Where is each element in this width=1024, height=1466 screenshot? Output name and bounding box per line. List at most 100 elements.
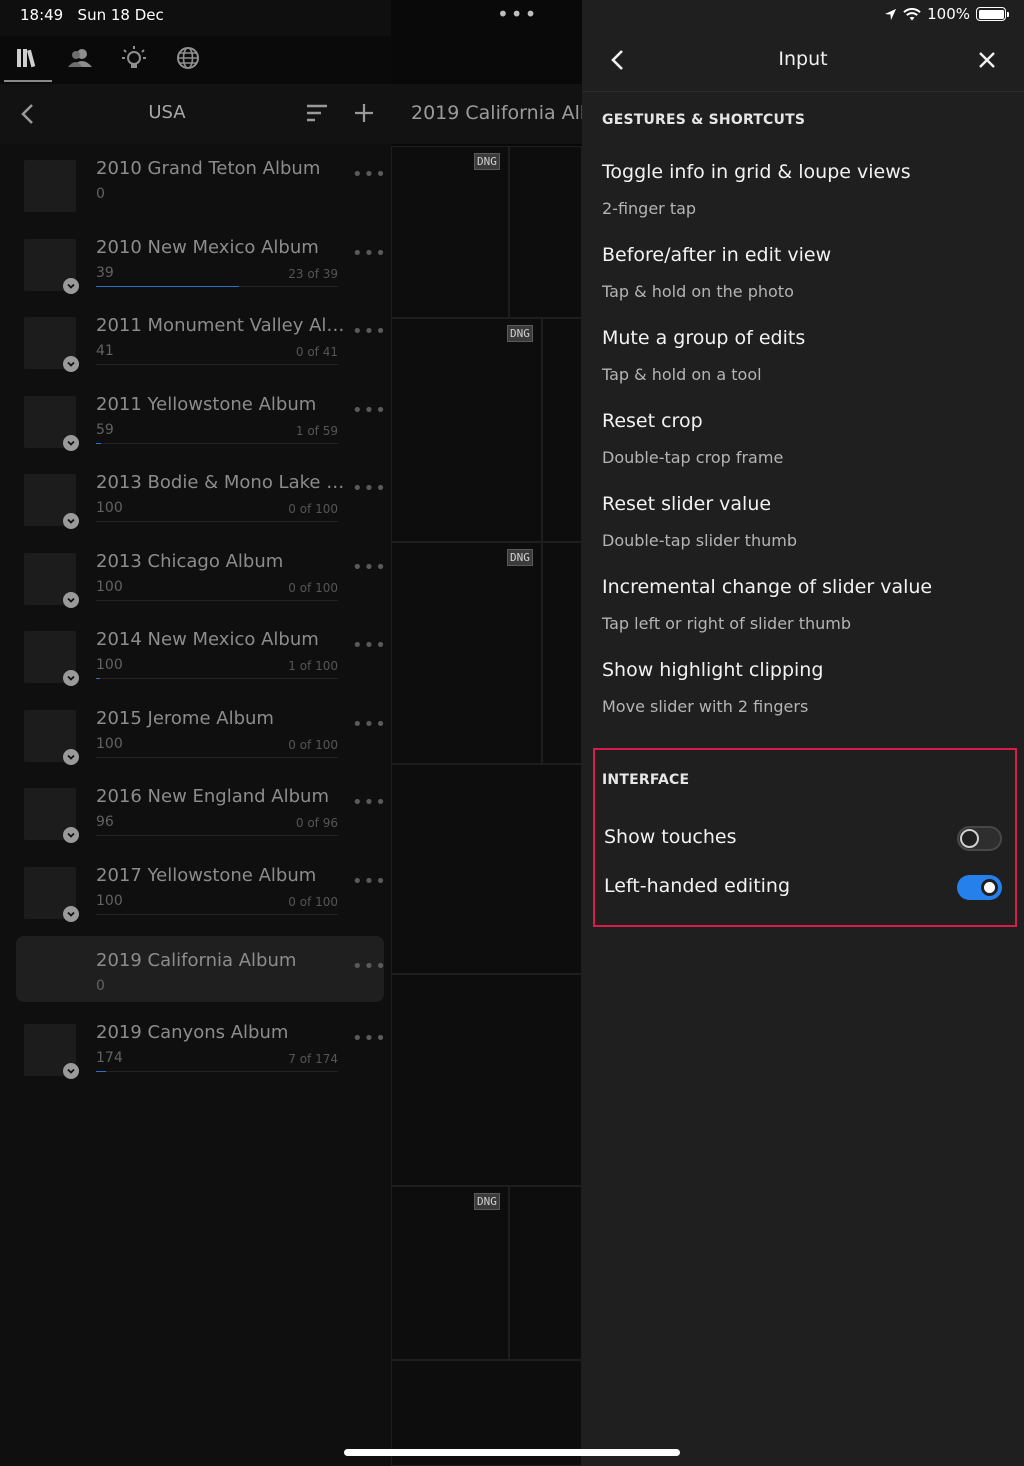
dng-badge: DNG (474, 153, 500, 170)
album-row[interactable]: 2019 Canyons Album 174 7 of 174 ••• (16, 1020, 387, 1086)
photo-tile[interactable]: DNG (391, 542, 542, 764)
wifi-icon (903, 7, 921, 20)
offline-badge-icon (63, 278, 79, 294)
gesture-description: Double-tap slider thumb (602, 531, 797, 550)
album-more-icon[interactable]: ••• (352, 478, 387, 499)
album-count: 100 (96, 579, 123, 595)
add-icon[interactable] (353, 102, 375, 124)
gesture-title: Before/after in edit view (602, 244, 832, 266)
album-row[interactable]: 2017 Yellowstone Album 100 0 of 100 ••• (16, 863, 387, 929)
home-indicator[interactable] (344, 1449, 680, 1456)
album-more-icon[interactable]: ••• (352, 400, 387, 421)
people-icon (68, 49, 92, 67)
album-row[interactable]: 2010 Grand Teton Album 0 ••• (16, 156, 387, 222)
gesture-description: Move slider with 2 fingers (602, 697, 809, 716)
album-row[interactable]: 2010 New Mexico Album 39 23 of 39 ••• (16, 235, 387, 301)
gesture-title: Mute a group of edits (602, 327, 806, 349)
close-icon[interactable] (977, 50, 997, 70)
album-more-icon[interactable]: ••• (352, 243, 387, 264)
album-name: 2011 Yellowstone Album (96, 394, 317, 415)
album-count: 0 (96, 978, 105, 994)
gesture-title: Reset crop (602, 410, 703, 432)
album-count: 59 (96, 422, 114, 438)
album-more-icon[interactable]: ••• (352, 871, 387, 892)
sync-progress-fill (96, 678, 100, 679)
library-title: USA (148, 102, 186, 123)
dng-badge: DNG (507, 325, 533, 342)
gesture-title: Incremental change of slider value (602, 576, 933, 598)
album-sync-status: 0 of 100 (288, 895, 338, 909)
album-count: 96 (96, 814, 114, 830)
offline-badge-icon (63, 356, 79, 372)
offline-badge-icon (63, 1063, 79, 1079)
album-more-icon[interactable]: ••• (352, 956, 387, 977)
sync-progress-track (96, 914, 338, 915)
battery-icon (976, 7, 1009, 21)
photo-tile[interactable] (509, 1186, 582, 1360)
left-handed-editing-toggle[interactable] (957, 875, 1002, 900)
photo-tile[interactable] (542, 318, 582, 542)
album-sync-status: 1 of 100 (288, 659, 338, 673)
sync-progress-track (96, 1071, 338, 1072)
dng-badge: DNG (474, 1193, 500, 1210)
album-row[interactable]: 2016 New England Album 96 0 of 96 ••• (16, 784, 387, 850)
gestures-section-header: GESTURES & SHORTCUTS (602, 112, 806, 128)
photo-grid: 2019 California Album DNG DNG DNG DNG (391, 0, 582, 1466)
tab-discover[interactable] (170, 40, 206, 76)
album-more-icon[interactable]: ••• (352, 1028, 387, 1049)
photo-tile[interactable] (391, 764, 582, 974)
panel-title: Input (778, 48, 828, 70)
grid-header: 2019 California Album (391, 84, 582, 144)
sync-progress-track (96, 757, 338, 758)
photo-tile[interactable]: DNG (391, 1186, 509, 1360)
album-more-icon[interactable]: ••• (352, 635, 387, 656)
interface-section: INTERFACE Show touches Left-handed editi… (593, 748, 1017, 927)
album-sync-status: 0 of 100 (288, 581, 338, 595)
library-header: USA (0, 84, 391, 144)
album-more-icon[interactable]: ••• (352, 164, 387, 185)
offline-badge-icon (63, 827, 79, 843)
sort-icon[interactable] (306, 104, 328, 122)
album-name: 2014 New Mexico Album (96, 629, 319, 650)
photo-tile[interactable] (542, 542, 582, 764)
status-bar: 18:49 Sun 18 Dec ••• 100% (0, 0, 1024, 30)
album-row[interactable]: 2011 Yellowstone Album 59 1 of 59 ••• (16, 392, 387, 458)
album-name: 2013 Bodie & Mono Lake Al... (96, 472, 346, 493)
album-count: 39 (96, 265, 114, 281)
gesture-title: Reset slider value (602, 493, 772, 515)
library-icon (17, 49, 36, 68)
gesture-description: 2-finger tap (602, 199, 697, 218)
album-name: 2017 Yellowstone Album (96, 865, 317, 886)
album-more-icon[interactable]: ••• (352, 714, 387, 735)
tab-people[interactable] (62, 40, 98, 76)
album-name: 2019 California Album (96, 950, 297, 971)
gesture-title: Show highlight clipping (602, 659, 824, 681)
show-touches-toggle[interactable] (957, 826, 1002, 851)
tab-learn[interactable] (116, 40, 152, 76)
album-row[interactable]: 2014 New Mexico Album 100 1 of 100 ••• (16, 627, 387, 693)
album-thumbnail (24, 160, 76, 212)
tab-library[interactable] (4, 40, 52, 82)
album-more-icon[interactable]: ••• (352, 321, 387, 342)
offline-badge-icon (63, 513, 79, 529)
photo-tile[interactable]: DNG (391, 318, 542, 542)
gesture-description: Double-tap crop frame (602, 448, 784, 467)
album-more-icon[interactable]: ••• (352, 792, 387, 813)
album-row[interactable]: 2015 Jerome Album 100 0 of 100 ••• (16, 706, 387, 772)
album-more-icon[interactable]: ••• (352, 557, 387, 578)
photo-tile[interactable] (391, 974, 582, 1186)
album-row[interactable]: 2013 Bodie & Mono Lake Al... 100 0 of 100 •… (16, 470, 387, 536)
photo-tile[interactable] (509, 146, 582, 318)
album-row[interactable]: 2011 Monument Valley Album 41 0 of 41 ••• (16, 313, 387, 379)
offline-badge-icon (63, 749, 79, 765)
photo-tile[interactable]: DNG (391, 146, 509, 318)
multitasking-dots[interactable]: ••• (497, 2, 538, 26)
album-row[interactable]: 2019 California Album 0 ••• (16, 936, 387, 1002)
album-row[interactable]: 2013 Chicago Album 100 0 of 100 ••• (16, 549, 387, 615)
album-name: 2019 Canyons Album (96, 1022, 289, 1043)
offline-badge-icon (63, 906, 79, 922)
album-name: 2016 New England Album (96, 786, 329, 807)
sync-progress-track (96, 521, 338, 522)
album-sync-status: 0 of 100 (288, 738, 338, 752)
album-sync-status: 7 of 174 (288, 1052, 338, 1066)
